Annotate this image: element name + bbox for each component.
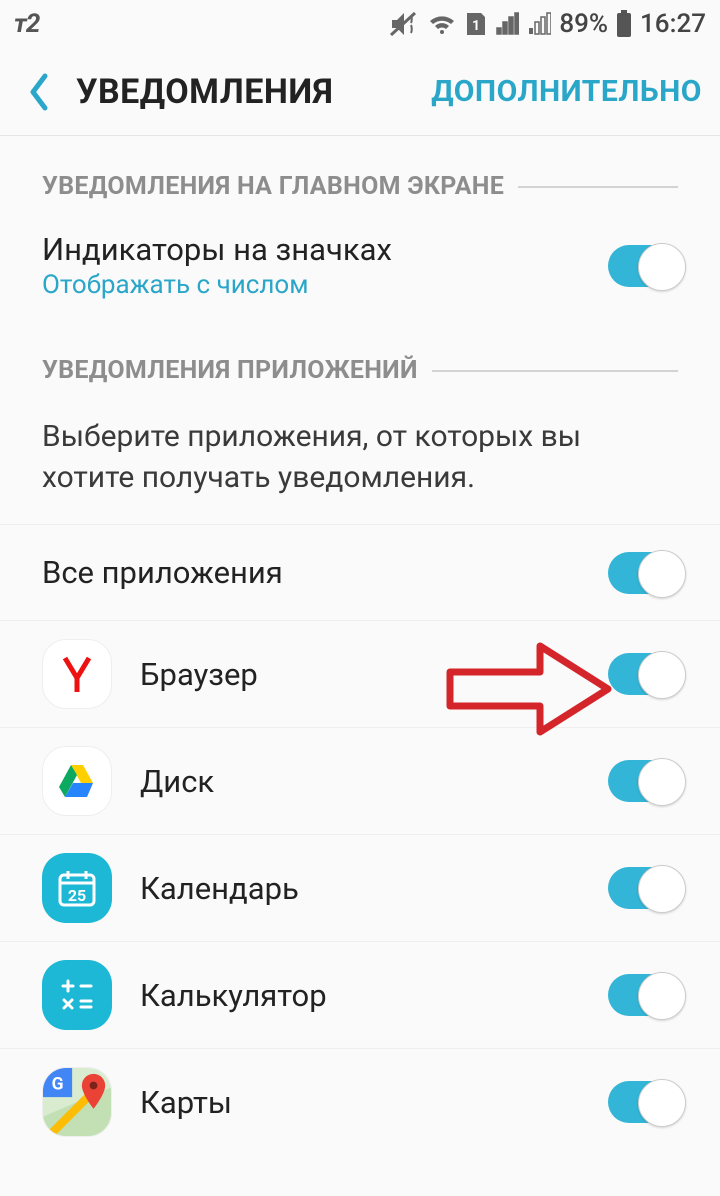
badge-toggle[interactable] [608,245,684,287]
svg-text:G: G [52,1074,64,1094]
row-title: Индикаторы на значках [42,231,608,268]
app-toggle[interactable] [608,867,684,909]
calculator-icon [42,960,112,1030]
section-header-label: УВЕДОМЛЕНИЯ ПРИЛОЖЕНИЙ [42,356,418,385]
divider-line [432,370,678,372]
google-maps-icon: G [42,1067,112,1137]
app-row-drive[interactable]: Диск [0,728,720,835]
app-row-calculator[interactable]: Калькулятор [0,942,720,1049]
app-toggle[interactable] [608,974,684,1016]
divider-line [518,186,678,188]
app-toggle[interactable] [608,760,684,802]
app-label: Калькулятор [140,977,608,1014]
app-label: Диск [140,763,608,800]
app-toggle[interactable] [608,653,684,695]
header: УВЕДОМЛЕНИЯ ДОПОЛНИТЕЛЬНО [0,48,720,136]
page-title: УВЕДОМЛЕНИЯ [64,72,431,112]
row-body: Все приложения [42,554,608,591]
google-drive-icon [42,746,112,816]
calendar-icon: 25 [42,853,112,923]
section-header-label: УВЕДОМЛЕНИЯ НА ГЛАВНОМ ЭКРАНЕ [42,172,504,201]
app-row-maps[interactable]: G Карты [0,1049,720,1155]
header-more-action[interactable]: ДОПОЛНИТЕЛЬНО [431,74,702,109]
section-header-lockscreen: УВЕДОМЛЕНИЯ НА ГЛАВНОМ ЭКРАНЕ [0,136,720,211]
app-row-calendar[interactable]: 25 Календарь [0,835,720,942]
yandex-browser-icon [42,639,112,709]
sim1-icon: 1 [465,11,487,37]
app-label: Карты [140,1084,608,1121]
row-subtitle: Отображать с числом [42,270,608,300]
mute-vibrate-icon [389,11,419,37]
status-bar: т2 1 89% 16:27 [0,0,720,48]
battery-icon [616,10,632,38]
app-row-browser[interactable]: Браузер [0,621,720,728]
carrier-label: т2 [14,9,39,39]
app-label: Календарь [140,870,608,907]
clock: 16:27 [640,9,706,39]
status-right: 1 89% 16:27 [389,9,706,39]
svg-text:25: 25 [68,886,86,905]
status-left: т2 [14,9,39,39]
section-description: Выберите приложения, от которых вы хотит… [0,395,720,525]
wifi-icon [427,12,457,36]
section-header-app-notifications: УВЕДОМЛЕНИЯ ПРИЛОЖЕНИЙ [0,320,720,395]
svg-text:1: 1 [472,18,480,34]
app-label: Браузер [140,656,608,693]
all-apps-row[interactable]: Все приложения [0,525,720,621]
signal-icon-1 [495,12,519,36]
badge-indicator-row[interactable]: Индикаторы на значках Отображать с число… [0,211,720,320]
back-button[interactable] [14,62,64,122]
signal-icon-2 [527,12,551,36]
battery-percent: 89% [559,9,608,39]
chevron-left-icon [27,72,51,112]
app-toggle[interactable] [608,1081,684,1123]
row-body: Индикаторы на значках Отображать с число… [42,231,608,300]
all-apps-toggle[interactable] [608,552,684,594]
all-apps-label: Все приложения [42,554,608,591]
